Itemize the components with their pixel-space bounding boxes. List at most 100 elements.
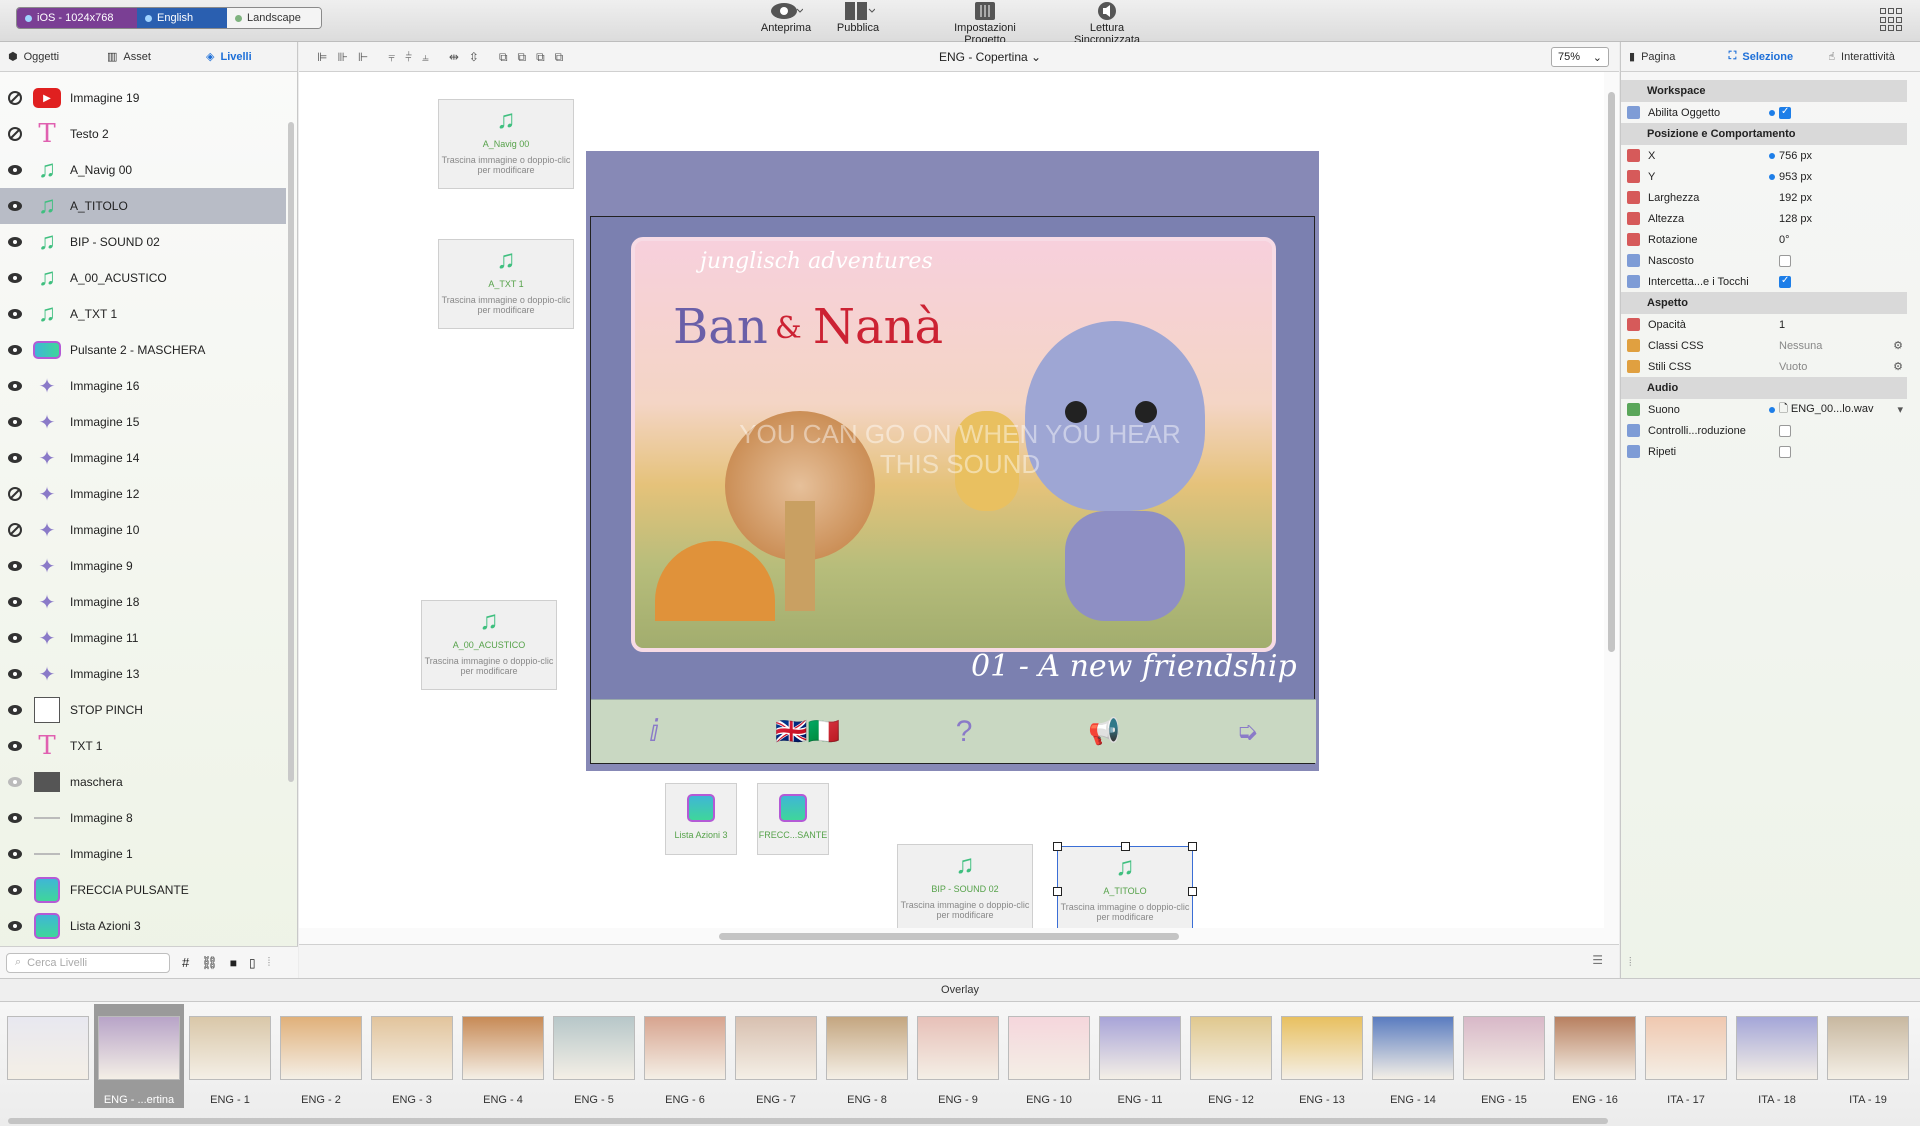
page-thumbnail[interactable] <box>6 1016 90 1120</box>
eye-icon[interactable] <box>6 449 24 467</box>
canvas-vscroll-thumb[interactable] <box>1608 92 1615 652</box>
tab-objects[interactable]: ⬢ Oggetti <box>0 42 99 71</box>
page-thumbnail[interactable]: ENG - 3 <box>370 1016 454 1120</box>
tab-assets[interactable]: ▥ Asset <box>99 42 198 71</box>
sound-widget-titolo[interactable]: ♫ A_TITOLO Trascina immagine o doppio-cl… <box>1053 842 1197 928</box>
layer-row[interactable]: ♫ A_TITOLO <box>0 188 286 224</box>
sound-widget-txt1[interactable]: ♫ A_TXT 1 Trascina immagine o doppio-cli… <box>438 239 574 329</box>
arrow-button-widget[interactable]: FRECC...SANTE <box>757 783 829 855</box>
enable-object-checkbox[interactable] <box>1779 106 1791 119</box>
layer-row[interactable]: ✦ Immagine 12 <box>0 476 286 512</box>
page-thumbnail[interactable]: ENG - 15 <box>1462 1016 1546 1120</box>
project-settings-button[interactable]: Impostazioni Progetto <box>935 0 1035 46</box>
eye-icon[interactable] <box>6 305 24 323</box>
eye-icon[interactable] <box>6 269 24 287</box>
lock-icon[interactable]: ■ <box>230 956 237 970</box>
layer-row[interactable]: ✦ Immagine 16 <box>0 368 286 404</box>
height-value-field[interactable]: 128 px <box>1779 213 1812 225</box>
eye-icon[interactable] <box>6 701 24 719</box>
eye-icon[interactable] <box>6 737 24 755</box>
controls-checkbox[interactable] <box>1779 424 1791 437</box>
gear-icon[interactable]: ⚙ <box>1893 360 1903 373</box>
page-thumbnail[interactable]: ENG - 6 <box>643 1016 727 1120</box>
page-thumbnail[interactable]: ENG - 4 <box>461 1016 545 1120</box>
distribute-h-icon[interactable]: ⇹ <box>449 50 459 65</box>
layer-row[interactable]: ✦ Immagine 13 <box>0 656 286 692</box>
hidden-icon[interactable] <box>6 125 24 143</box>
page-thumbnail[interactable]: ITA - 18 <box>1735 1016 1819 1120</box>
hidden-checkbox[interactable] <box>1779 254 1791 267</box>
rotation-value-field[interactable]: 0° <box>1779 234 1790 246</box>
layer-row[interactable]: ✦ Immagine 10 <box>0 512 286 548</box>
resize-handle[interactable] <box>1053 887 1062 896</box>
eye-icon[interactable] <box>6 809 24 827</box>
resize-handle-icon[interactable]: ⦙ <box>268 955 271 970</box>
sound-file-field[interactable]: 🗋 ENG_00...lo.wav <box>1779 400 1873 419</box>
page-thumbnail[interactable]: ENG - 5 <box>552 1016 636 1120</box>
layer-row[interactable]: Lista Azioni 3 <box>0 908 286 944</box>
resize-handle[interactable] <box>1188 842 1197 851</box>
eye-icon[interactable] <box>6 665 24 683</box>
sound-widget-bip[interactable]: ♫ BIP - SOUND 02 Trascina immagine o dop… <box>897 844 1033 928</box>
gear-icon[interactable]: ⚙ <box>1893 339 1903 352</box>
orientation-segment[interactable]: Landscape <box>227 8 321 28</box>
layer-row[interactable]: ♫ A_00_ACUSTICO <box>0 260 286 296</box>
eye-icon[interactable] <box>6 593 24 611</box>
layer-search-input[interactable]: ⌕ Cerca Livelli <box>6 952 170 973</box>
sync-reading-button[interactable]: Lettura Sincronizzata <box>1057 0 1157 46</box>
layer-row[interactable]: Immagine 1 <box>0 836 286 872</box>
layer-row[interactable]: Immagine 8 <box>0 800 286 836</box>
page-strip-scrollbar[interactable] <box>8 1118 1608 1124</box>
tab-page[interactable]: ▮ Pagina <box>1621 42 1721 71</box>
align-right-icon[interactable]: ⊩ <box>358 50 368 65</box>
arrange-back-icon[interactable]: ⧉ <box>555 50 564 65</box>
layer-row[interactable]: FRECCIA PULSANTE <box>0 872 286 908</box>
zoom-select[interactable]: 75% ⌄ <box>1551 47 1609 67</box>
page-thumbnail[interactable]: ITA - 17 <box>1644 1016 1728 1120</box>
eye-icon[interactable] <box>6 629 24 647</box>
device-segment[interactable]: iOS - 1024x768 <box>17 8 137 28</box>
opacity-value-field[interactable]: 1 <box>1779 319 1785 331</box>
layer-row[interactable]: ♫ A_TXT 1 <box>0 296 286 332</box>
layer-row[interactable]: ✦ Immagine 11 <box>0 620 286 656</box>
page-thumbnail[interactable]: ENG - 10 <box>1007 1016 1091 1120</box>
page-thumbnail[interactable]: ENG - 8 <box>825 1016 909 1120</box>
resize-handle[interactable] <box>1121 842 1130 851</box>
hash-icon[interactable]: # <box>182 955 189 970</box>
css-style-field[interactable]: Vuoto <box>1779 361 1807 373</box>
y-value-field[interactable]: 953 px <box>1779 171 1812 183</box>
tab-selection[interactable]: ⛶ Selezione <box>1721 42 1821 71</box>
hidden-icon[interactable] <box>6 89 24 107</box>
eye-icon[interactable] <box>6 341 24 359</box>
publish-button[interactable]: Pubblica <box>808 0 908 40</box>
grid-view-icon[interactable] <box>1880 8 1904 32</box>
layer-row[interactable]: ▶ Immagine 19 <box>0 80 286 116</box>
language-segment[interactable]: English <box>137 8 227 28</box>
arrange-forward-icon[interactable]: ⧉ <box>518 50 527 65</box>
question-icon[interactable]: ? <box>956 715 973 749</box>
page-thumbnail[interactable]: ENG - 2 <box>279 1016 363 1120</box>
repeat-checkbox[interactable] <box>1779 445 1791 458</box>
page-thumbnail[interactable]: ENG - 9 <box>916 1016 1000 1120</box>
action-list-widget[interactable]: Lista Azioni 3 <box>665 783 737 855</box>
megaphone-icon[interactable]: 📢 <box>1088 716 1120 747</box>
page-thumbnail[interactable]: ITA - 19 <box>1826 1016 1910 1120</box>
layer-row[interactable]: T TXT 1 <box>0 728 286 764</box>
layer-row[interactable]: ✦ Immagine 9 <box>0 548 286 584</box>
layer-row[interactable]: T Testo 2 <box>0 116 286 152</box>
page-thumbnail[interactable]: ENG - 11 <box>1098 1016 1182 1120</box>
eye-icon[interactable] <box>6 377 24 395</box>
overlay-bar[interactable]: Overlay <box>0 978 1920 1002</box>
resize-handle[interactable] <box>1053 842 1062 851</box>
distribute-v-icon[interactable]: ⇳ <box>469 50 479 65</box>
eye-icon[interactable] <box>6 161 24 179</box>
hidden-icon[interactable] <box>6 521 24 539</box>
sound-widget-acustico[interactable]: ♫ A_00_ACUSTICO Trascina immagine o dopp… <box>421 600 557 690</box>
align-center-icon[interactable]: ⊪ <box>337 50 347 65</box>
sound-widget-navig[interactable]: ♫ A_Navig 00 Trascina immagine o doppio-… <box>438 99 574 189</box>
layer-list-scrollbar[interactable] <box>288 122 294 782</box>
css-class-field[interactable]: Nessuna <box>1779 340 1822 352</box>
align-top-icon[interactable]: ⫧ <box>388 50 395 65</box>
design-canvas[interactable]: ♫ A_Navig 00 Trascina immagine o doppio-… <box>299 72 1604 928</box>
canvas-hscroll-thumb[interactable] <box>719 933 1179 940</box>
